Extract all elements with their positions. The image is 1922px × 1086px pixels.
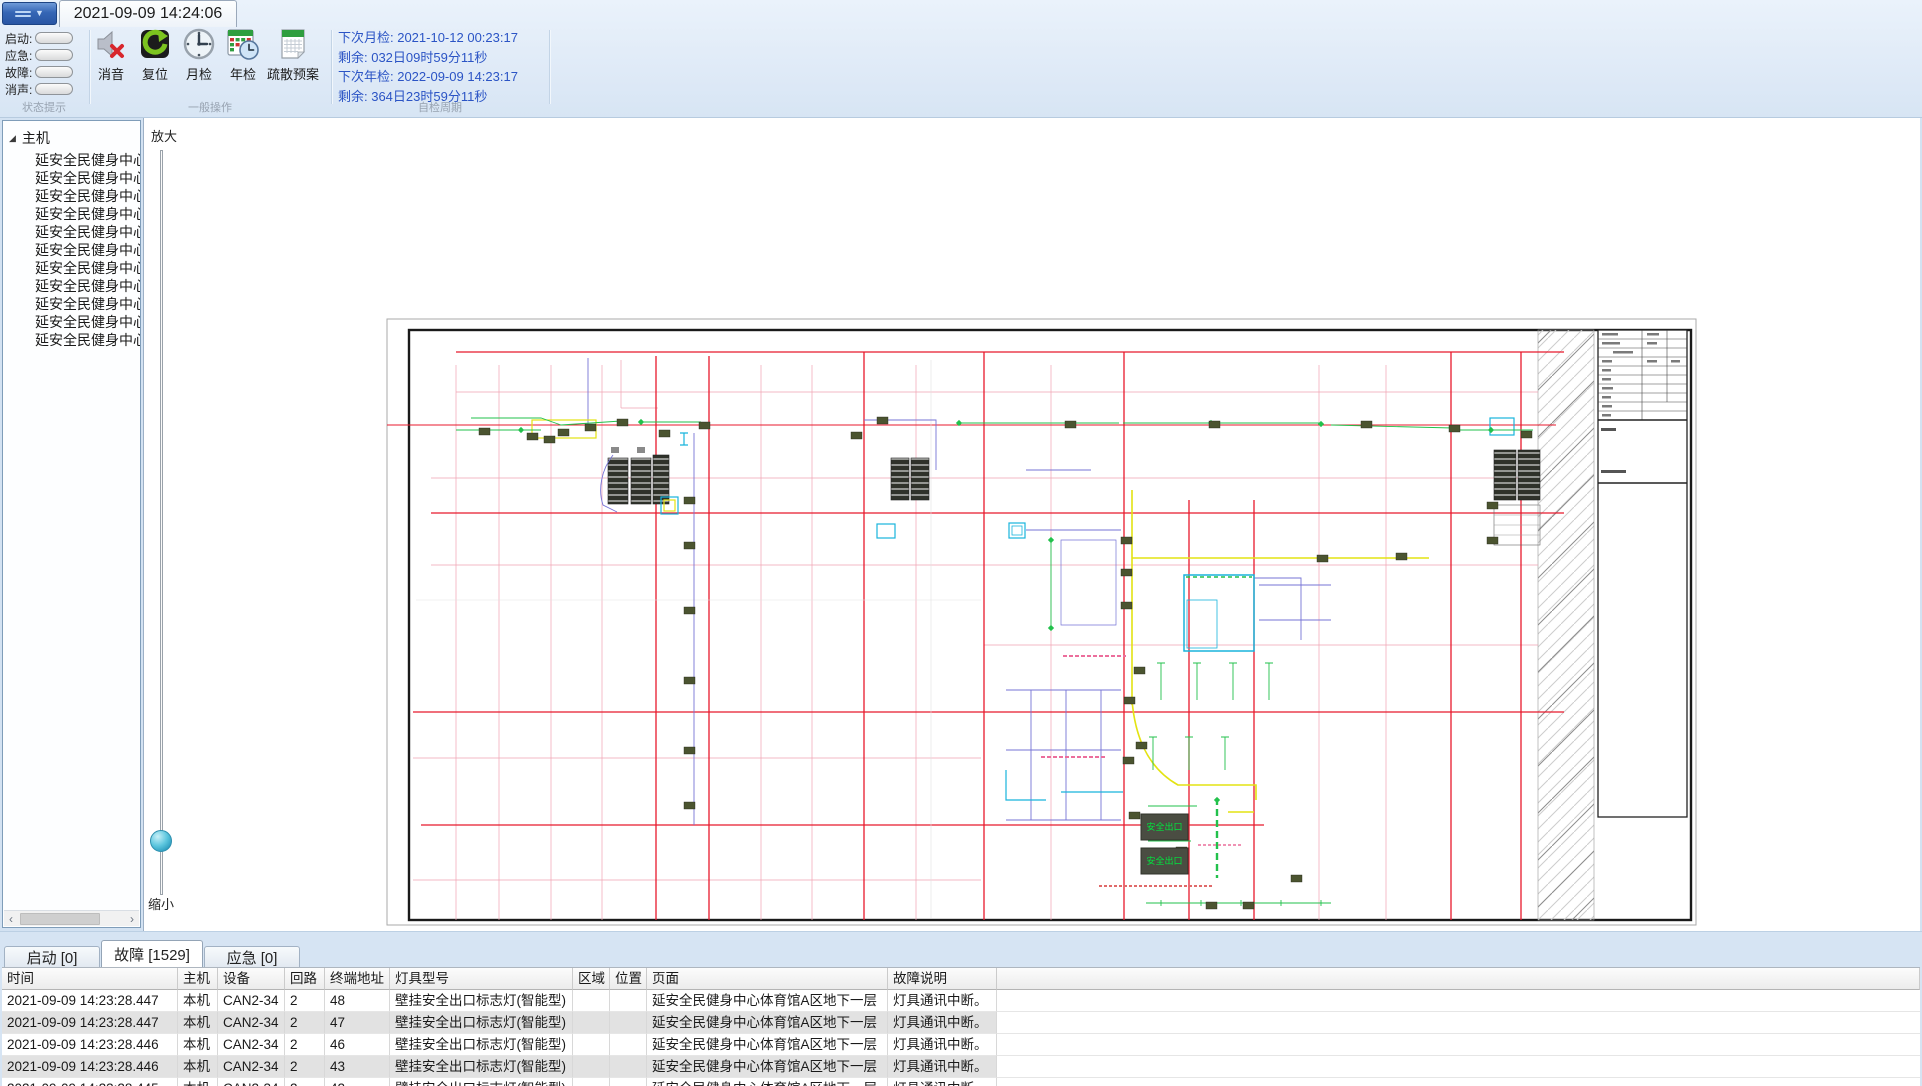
status-row-mute: 消声: (5, 81, 74, 97)
group-caption-actions: 一般操作 (188, 102, 232, 114)
ribbon-separator (549, 30, 550, 104)
mute-button[interactable]: 消音 (89, 27, 133, 91)
tab-emergency-events[interactable]: 应急 [0] (204, 946, 300, 967)
column-header-device[interactable]: 设备 (218, 968, 285, 990)
status-indicator-start (35, 32, 74, 44)
menu-icon (15, 10, 32, 17)
tab-fault-events[interactable]: 故障 [1529] (101, 940, 203, 967)
evacuation-plan-button[interactable]: 疏散预案 (263, 27, 323, 91)
tree-root-host[interactable]: ◢ 主机 (9, 129, 50, 147)
selfcheck-info: 下次月检: 2021-10-12 00:23:17 剩余: 032日09时59分… (338, 28, 518, 106)
status-label-start: 启动: (5, 31, 33, 46)
status-row-fault: 故障: (5, 64, 74, 80)
next-annual-check: 下次年检: 2022-09-09 14:23:17 (338, 69, 518, 84)
tab-start-events[interactable]: 启动 [0] (4, 946, 100, 967)
group-caption-status: 状态提示 (22, 102, 66, 114)
tree-expander-icon[interactable]: ◢ (9, 133, 16, 143)
column-header-terminal[interactable]: 终端地址 (325, 968, 390, 990)
clock-tab[interactable]: 2021-09-09 14:24:06 (59, 0, 237, 27)
column-header-time[interactable]: 时间 (2, 968, 178, 990)
column-header-area[interactable]: 区域 (573, 968, 610, 990)
exit-sign: 安全出口 (1140, 847, 1189, 875)
group-caption-selfcheck: 自检周期 (418, 102, 462, 114)
tree-item-page[interactable]: 延安全民健身中心体育馆A区地下一层 (3, 241, 140, 259)
status-row-emergency: 应急: (5, 47, 74, 63)
scroll-left-icon[interactable]: ‹ (4, 912, 18, 926)
app-menu-button[interactable]: ▼ (2, 2, 57, 25)
status-indicator-fault (35, 66, 74, 78)
reset-button[interactable]: 复位 (133, 27, 177, 91)
annual-check-calendar-icon (227, 29, 259, 60)
fault-table-header: 时间 主机 设备 回路 终端地址 灯具型号 区域 位置 页面 故障说明 (2, 968, 1920, 990)
next-monthly-check: 下次月检: 2021-10-12 00:23:17 (338, 30, 518, 45)
exit-sign: 安全出口 (1140, 813, 1189, 841)
status-indicator-mute (35, 83, 74, 95)
zoom-slider-thumb[interactable] (150, 830, 172, 852)
zoom-out-label: 缩小 (148, 897, 175, 912)
table-row[interactable]: 2021-09-09 14:23:28.447 本机 CAN2-34 2 47 … (2, 1012, 1920, 1034)
tree-item-page[interactable]: 延安全民健身中心体育馆A区地下一层 (3, 295, 140, 313)
scroll-right-icon[interactable]: › (125, 912, 139, 926)
annual-check-button[interactable]: 年检 (221, 27, 265, 91)
column-header-model[interactable]: 灯具型号 (390, 968, 573, 990)
column-header-loop[interactable]: 回路 (285, 968, 325, 990)
column-header-fault-desc[interactable]: 故障说明 (888, 968, 997, 990)
evacuation-plan-icon (281, 29, 305, 59)
ribbon-separator (331, 30, 332, 104)
scrollbar-thumb[interactable] (20, 913, 100, 925)
exit-sign-text: 安全出口 (1146, 821, 1182, 832)
host-tree-panel: ◢ 主机 延安全民健身中心体育馆A区地下一层 延安全民健身中心体育馆A区地下一层… (2, 120, 141, 928)
tree-item-page[interactable]: 延安全民健身中心体育馆A区地下一层 (3, 277, 140, 295)
cad-floorplan: 安全出口 安全出口 (386, 318, 1697, 926)
tree-item-page[interactable]: 延安全民健身中心体育馆A区地下一层 (3, 259, 140, 277)
table-row[interactable]: 2021-09-09 14:23:28.446 本机 CAN2-34 2 43 … (2, 1056, 1920, 1078)
monthly-check-button[interactable]: 月检 (177, 27, 221, 91)
event-log-panel: 启动 [0] 故障 [1529] 应急 [0] 时间 主机 设备 回路 终端地址… (0, 931, 1922, 1086)
table-row[interactable]: 2021-09-09 14:23:28.445 本机 CAN2-34 2 42 … (2, 1078, 1920, 1086)
monthly-check-clock-icon (183, 28, 215, 60)
status-label-fault: 故障: (5, 65, 33, 80)
status-row-start: 启动: (5, 30, 74, 46)
column-header-position[interactable]: 位置 (610, 968, 647, 990)
exit-sign-text: 安全出口 (1146, 855, 1182, 866)
current-time: 2021-09-09 14:24:06 (73, 5, 223, 22)
tree-item-page[interactable]: 延安全民健身中心体育馆A区地下一层 (3, 151, 140, 169)
tree-item-page[interactable]: 延安全民健身中心体育馆A区地下一层 (3, 313, 140, 331)
table-row[interactable]: 2021-09-09 14:23:28.447 本机 CAN2-34 2 48 … (2, 990, 1920, 1012)
plan-viewer[interactable]: 安全出口 安全出口 放大 缩小 (143, 118, 1920, 931)
tree-items: 延安全民健身中心体育馆A区地下一层 延安全民健身中心体育馆A区地下一层 延安全民… (3, 151, 140, 349)
tree-item-page[interactable]: 延安全民健身中心体育馆A区地下一层 (3, 187, 140, 205)
tree-item-page[interactable]: 延安全民健身中心体育馆A区地下一层 (3, 169, 140, 187)
status-indicator-emergency (35, 49, 74, 61)
reset-icon (141, 29, 169, 58)
monthly-remaining: 剩余: 032日09时59分11秒 (338, 49, 488, 65)
status-label-mute: 消声: (5, 82, 33, 97)
tree-item-page[interactable]: 延安全民健身中心体育馆A区地下一层 (3, 205, 140, 223)
mute-speaker-icon (97, 30, 124, 58)
cad-title-block (1597, 329, 1688, 818)
cad-sheet (386, 318, 1697, 926)
table-row[interactable]: 2021-09-09 14:23:28.446 本机 CAN2-34 2 46 … (2, 1034, 1920, 1056)
zoom-in-label: 放大 (151, 129, 178, 144)
sidebar-horizontal-scrollbar[interactable]: ‹ › (4, 910, 139, 926)
column-header-page[interactable]: 页面 (647, 968, 888, 990)
fault-table: 时间 主机 设备 回路 终端地址 灯具型号 区域 位置 页面 故障说明 2021… (2, 967, 1920, 1086)
tree-item-page[interactable]: 延安全民健身中心体育馆A区地下一层 (3, 331, 140, 349)
status-label-emergency: 应急: (5, 48, 33, 63)
ribbon: ▼ 2021-09-09 14:24:06 启动: 应急: 故障: 消声: 状态… (0, 0, 1922, 118)
tree-root-label: 主机 (21, 130, 50, 146)
chevron-down-icon: ▼ (35, 8, 44, 18)
column-header-host[interactable]: 主机 (178, 968, 218, 990)
column-header-filler (997, 968, 1920, 990)
tree-item-page[interactable]: 延安全民健身中心体育馆A区地下一层 (3, 223, 140, 241)
zoom-slider-track[interactable] (160, 150, 163, 895)
